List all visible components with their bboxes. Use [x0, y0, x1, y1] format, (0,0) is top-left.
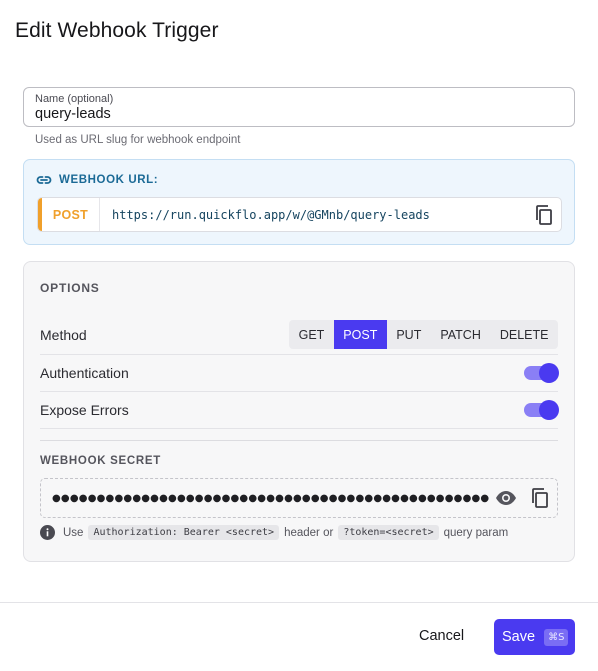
save-shortcut-badge: ⌘S	[544, 628, 569, 646]
authentication-row: Authentication	[40, 355, 559, 392]
webhook-url-row: POST https://run.quickflo.app/w/@GMnb/qu…	[37, 197, 562, 232]
method-option-put[interactable]: PUT	[387, 320, 431, 349]
reveal-secret-button[interactable]	[489, 479, 523, 517]
method-option-get[interactable]: GET	[289, 320, 334, 349]
name-field-value[interactable]: query-leads	[35, 106, 563, 123]
webhook-url-heading: WEBHOOK URL:	[36, 174, 158, 186]
save-button-label: Save	[502, 629, 536, 645]
method-row: Method GET POST PUT PATCH DELETE	[40, 315, 558, 355]
expose-errors-label: Expose Errors	[40, 402, 129, 418]
webhook-url-text[interactable]: https://run.quickflo.app/w/@GMnb/query-l…	[100, 208, 527, 222]
method-option-post[interactable]: POST	[333, 320, 387, 349]
method-option-delete[interactable]: DELETE	[490, 320, 558, 349]
cancel-button[interactable]: Cancel	[419, 628, 464, 644]
webhook-url-heading-text: WEBHOOK URL:	[59, 174, 159, 186]
save-button[interactable]: Save ⌘S	[494, 619, 575, 655]
method-label: Method	[40, 326, 87, 343]
options-panel: OPTIONS Method GET POST PUT PATCH DELETE…	[23, 261, 575, 562]
name-field-helper: Used as URL slug for webhook endpoint	[35, 134, 241, 146]
copy-url-button[interactable]	[527, 198, 561, 231]
webhook-secret-value[interactable]: ●●●●●●●●●●●●●●●●●●●●●●●●●●●●●●●●●●●●●●●●…	[52, 493, 489, 504]
authentication-label: Authentication	[40, 365, 129, 381]
eye-icon	[496, 491, 516, 505]
section-divider	[40, 440, 558, 441]
webhook-url-panel: WEBHOOK URL: POST https://run.quickflo.a…	[23, 159, 575, 245]
note-header-code: Authorization: Bearer <secret>	[88, 525, 280, 540]
footer-divider	[0, 602, 598, 603]
link-icon	[36, 176, 52, 184]
name-field[interactable]: Name (optional) query-leads	[23, 87, 575, 127]
webhook-secret-field[interactable]: ●●●●●●●●●●●●●●●●●●●●●●●●●●●●●●●●●●●●●●●●…	[40, 478, 558, 518]
copy-icon	[536, 204, 552, 225]
copy-secret-button[interactable]	[523, 479, 557, 517]
secret-usage-note: Use Authorization: Bearer <secret> heade…	[40, 525, 508, 540]
method-option-patch[interactable]: PATCH	[431, 320, 491, 349]
name-field-label: Name (optional)	[35, 93, 114, 105]
webhook-secret-title: WEBHOOK SECRET	[40, 455, 161, 467]
copy-icon	[532, 488, 548, 508]
expose-errors-row: Expose Errors	[40, 392, 559, 429]
note-or-text: header or	[284, 526, 334, 539]
dialog-title: Edit Webhook Trigger	[15, 19, 219, 42]
options-title: OPTIONS	[40, 281, 100, 295]
authentication-toggle[interactable]	[524, 363, 559, 383]
method-segmented-control: GET POST PUT PATCH DELETE	[289, 320, 558, 349]
note-suffix-text: query param	[443, 526, 509, 539]
info-icon	[40, 525, 55, 540]
webhook-url-method: POST	[38, 198, 100, 231]
note-use-text: Use	[63, 526, 84, 539]
expose-errors-toggle[interactable]	[524, 400, 559, 420]
note-token-code: ?token=<secret>	[338, 525, 439, 540]
